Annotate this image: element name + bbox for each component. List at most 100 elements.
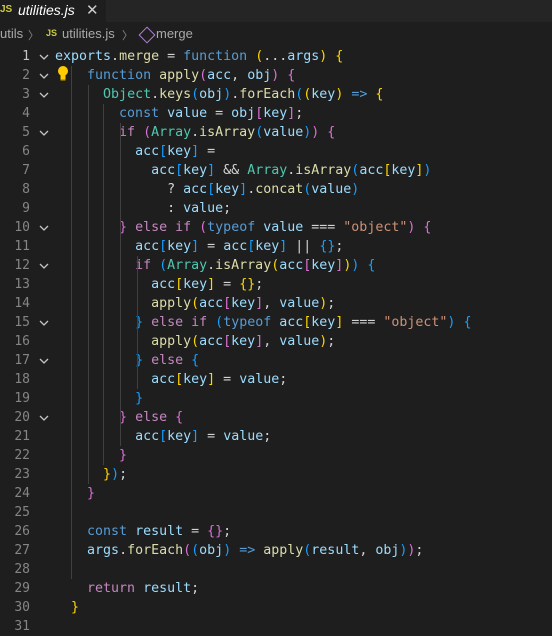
line-number: 2 (22, 68, 30, 83)
breadcrumb-file[interactable]: utilities.js (62, 26, 115, 41)
code-line[interactable]: function apply(acc, obj) { (55, 66, 295, 85)
code-line[interactable]: apply(acc[key], value); (55, 294, 335, 313)
code-token: ; (327, 334, 336, 349)
line-number: 15 (14, 315, 30, 330)
code-token: ; (327, 296, 336, 311)
code-token: , (263, 296, 280, 311)
code-token: args (287, 49, 320, 64)
code-line[interactable]: Object.keys(obj).forEach((key) => { (55, 85, 383, 104)
code-line[interactable]: if (Array.isArray(value)) { (55, 123, 335, 142)
fold-chevron-icon[interactable] (38, 260, 50, 272)
line-number: 23 (14, 467, 30, 482)
code-token: [ (223, 296, 232, 311)
breadcrumb-folder[interactable]: utils (0, 26, 23, 41)
fold-chevron-icon[interactable] (38, 51, 50, 63)
code-token: ] (239, 182, 248, 197)
code-token: isArray (199, 125, 256, 140)
code-line[interactable]: ? acc[key].concat(value) (55, 180, 359, 199)
code-line[interactable]: args.forEach((obj) => apply(result, obj)… (55, 541, 423, 560)
fold-chevron-icon[interactable] (38, 355, 50, 367)
line-number: 10 (14, 220, 30, 235)
code-token: { (375, 87, 384, 102)
code-token: ( (215, 315, 224, 330)
fold-chevron-icon[interactable] (38, 222, 50, 234)
breadcrumb-symbol[interactable]: merge (156, 26, 193, 41)
indent-guide (137, 256, 138, 389)
code-token: args (87, 543, 120, 558)
code-line[interactable]: }); (55, 465, 127, 484)
fold-chevron-icon[interactable] (38, 127, 50, 139)
code-line[interactable]: } (55, 598, 79, 617)
close-icon[interactable]: ✕ (86, 1, 99, 19)
code-line[interactable]: } (55, 446, 127, 465)
code-line[interactable]: acc[key] = acc[key] || {}; (55, 237, 343, 256)
code-token: key (167, 239, 192, 254)
code-line[interactable]: } (55, 389, 143, 408)
code-token: . (119, 543, 128, 558)
code-token: , (263, 334, 280, 349)
code-token: ; (415, 543, 424, 558)
code-token: {} (239, 277, 256, 292)
code-line[interactable]: exports.merge = function (...args) { (55, 47, 343, 66)
code-token: === (343, 315, 384, 330)
code-token: => (351, 87, 368, 102)
fold-chevron-icon[interactable] (38, 412, 50, 424)
code-line[interactable]: } else if (typeof acc[key] === "object")… (55, 313, 471, 332)
code-token: = (199, 239, 224, 254)
line-number: 26 (14, 524, 30, 539)
code-token: key (311, 258, 336, 273)
code-line[interactable]: } else if (typeof value === "object") { (55, 218, 431, 237)
code-line[interactable]: const value = obj[key]; (55, 104, 303, 123)
code-editor[interactable]: 1 exports.merge = function (...args) {2 f… (0, 46, 552, 634)
code-line[interactable]: apply(acc[key], value); (55, 332, 335, 351)
code-line[interactable]: acc[key] = {}; (55, 275, 263, 294)
line-number: 9 (22, 201, 30, 216)
code-token: key (183, 163, 208, 178)
code-line[interactable]: } else { (55, 351, 199, 370)
code-token: ( (191, 296, 200, 311)
code-token: . (111, 49, 120, 64)
chevron-right-icon: 〉 (28, 30, 39, 42)
code-token: , (231, 68, 248, 83)
line-number: 21 (14, 429, 30, 444)
code-line[interactable]: acc[key] = value; (55, 370, 287, 389)
code-token: [ (255, 106, 264, 121)
lightbulb-icon[interactable] (57, 65, 69, 81)
code-token: = (215, 372, 240, 387)
code-line[interactable]: const result = {}; (55, 522, 231, 541)
code-token: ; (223, 524, 232, 539)
code-token: } (87, 486, 96, 501)
code-line[interactable]: acc[key] && Array.isArray(acc[key]) (55, 161, 431, 180)
tab-utilities-js[interactable]: JS utilities.js ✕ (0, 0, 107, 22)
code-token: acc (135, 429, 160, 444)
line-number: 5 (22, 125, 30, 140)
code-line[interactable]: acc[key] = (55, 142, 215, 161)
line-number: 27 (14, 543, 30, 558)
code-token: acc (359, 163, 384, 178)
fold-chevron-icon[interactable] (38, 70, 50, 82)
code-token: ( (191, 334, 200, 349)
code-token: forEach (127, 543, 184, 558)
line-number: 8 (22, 182, 30, 197)
code-token: } (71, 600, 80, 615)
code-token: value (183, 201, 224, 216)
code-token: { (191, 353, 200, 368)
code-token: obj (199, 87, 224, 102)
code-token: [ (159, 144, 168, 159)
code-token: === (303, 220, 344, 235)
code-token: typeof (223, 315, 272, 330)
code-token: key (215, 182, 240, 197)
code-line[interactable]: } (55, 484, 95, 503)
fold-chevron-icon[interactable] (38, 317, 50, 329)
code-token: { (327, 125, 336, 140)
code-line[interactable]: : value; (55, 199, 231, 218)
fold-chevron-icon[interactable] (38, 89, 50, 101)
code-line[interactable]: return result; (55, 579, 199, 598)
code-token: obj (375, 543, 400, 558)
